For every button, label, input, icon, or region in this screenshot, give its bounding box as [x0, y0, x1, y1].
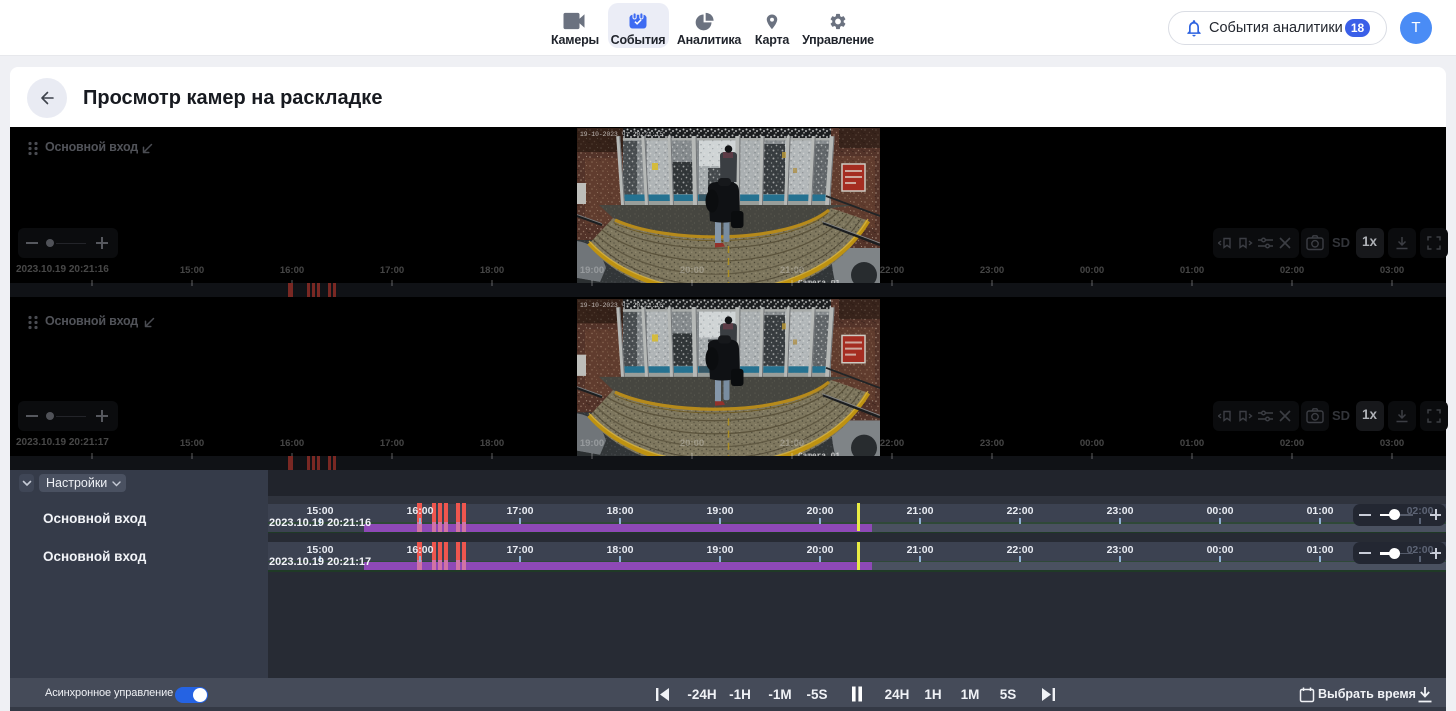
svg-text:19-10-2023 Чт 20:21:16: 19-10-2023 Чт 20:21:16	[580, 302, 663, 309]
svg-text:19-10-2023 Чт 20:21:15: 19-10-2023 Чт 20:21:15	[580, 131, 663, 138]
